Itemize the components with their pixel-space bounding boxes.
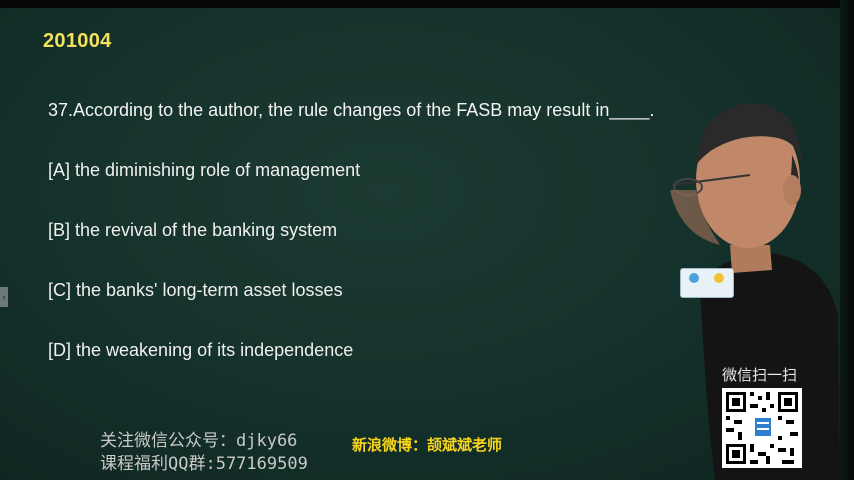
option-b: [B] the revival of the banking system [48,220,338,240]
wechat-scan-label: 微信扫一扫 [722,367,798,384]
question-text: 37.According to the author, the rule cha… [48,100,655,120]
option-c: [C] the banks' long-term asset losses [48,280,343,300]
app-sticker [680,268,734,298]
side-expand-icon[interactable]: › [0,287,8,307]
qr-code[interactable] [722,388,802,468]
frame-top-border [0,0,854,8]
frame-right-border [840,0,854,480]
footer-weibo: 新浪微博：颉斌斌老师 [352,437,503,454]
video-frame: 201004 37.According to the author, the r… [0,0,854,480]
option-a: [A] the diminishing role of management [48,160,361,180]
option-d: [D] the weakening of its independence [48,340,354,360]
footer-wechat-account: 关注微信公众号：djky66 [100,431,298,451]
footer-qq-group: 课程福利QQ群:577169509 [100,454,308,474]
exam-code: 201004 [43,30,112,52]
